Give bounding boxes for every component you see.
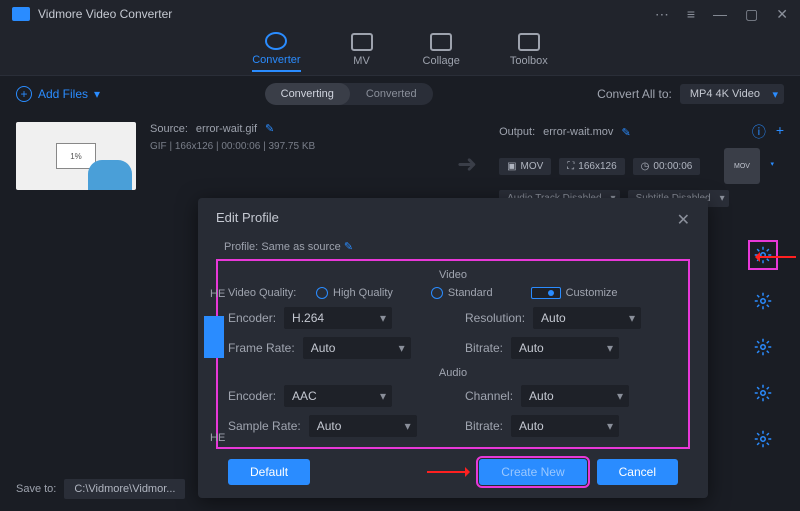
quality-label: Video Quality: (228, 287, 306, 299)
out-format-pill[interactable]: ▣ MOV (499, 158, 551, 175)
default-button[interactable]: Default (228, 459, 310, 485)
plus-icon: + (16, 86, 32, 102)
radio-customize[interactable]: Customize (531, 287, 618, 299)
out-dims-pill[interactable]: ⛶ 166x126 (559, 158, 624, 175)
channel-label: Channel: (465, 389, 513, 403)
save-to-row: Save to: C:\Vidmore\Vidmor... (16, 479, 185, 499)
tab-label: Converter (252, 54, 300, 66)
file-thumbnail[interactable]: 1% (16, 122, 136, 190)
mv-icon (351, 33, 373, 51)
framerate-select[interactable]: Auto (303, 337, 411, 359)
close-button[interactable]: ✕ (776, 6, 788, 23)
gear-icon[interactable] (752, 290, 774, 312)
create-new-button[interactable]: Create New (479, 459, 586, 485)
samplerate-label: Sample Rate: (228, 419, 301, 433)
source-filename: error-wait.gif (196, 123, 257, 135)
tab-label: Toolbox (510, 55, 548, 67)
profile-value: Same as source (261, 241, 340, 253)
framerate-label: Frame Rate: (228, 341, 295, 355)
arrow-right-icon: ➜ (457, 150, 477, 179)
resolution-label: Resolution: (465, 311, 525, 325)
profile-settings-box: Video Video Quality: High Quality Standa… (216, 259, 690, 449)
main-tabs: Converter MV Collage Toolbox (0, 28, 800, 76)
maximize-button[interactable]: ▢ (745, 6, 758, 23)
tab-label: MV (353, 55, 370, 67)
tab-converted[interactable]: Converted (350, 83, 433, 105)
convert-all-format-select[interactable]: MP4 4K Video (680, 84, 784, 104)
thumb-graphic (88, 160, 132, 190)
encoder-label: Encoder: (228, 311, 276, 325)
audio-encoder-label: Encoder: (228, 389, 276, 403)
gear-icon[interactable] (752, 428, 774, 450)
tab-converter[interactable]: Converter (252, 32, 300, 72)
edit-profile-modal: Edit Profile ✕ Profile: Same as source ✎… (198, 198, 708, 498)
source-label: Source: (150, 123, 188, 135)
video-encoder-select[interactable]: H.264 (284, 307, 392, 329)
settings-gear-column (752, 244, 774, 450)
format-item-selected[interactable] (204, 316, 224, 358)
modal-close-icon[interactable]: ✕ (677, 210, 690, 230)
radio-high-quality[interactable]: High Quality (316, 287, 393, 299)
convert-all-label: Convert All to: (597, 87, 672, 101)
tab-converting[interactable]: Converting (265, 83, 350, 105)
add-files-button[interactable]: + Add Files ▾ (16, 86, 100, 102)
tab-label: Collage (423, 55, 460, 67)
video-bitrate-select[interactable]: Auto (511, 337, 619, 359)
format-item[interactable]: HE (210, 288, 225, 300)
toolbox-icon (518, 33, 540, 51)
chevron-down-icon: ▾ (94, 87, 100, 101)
feedback-icon[interactable]: ⋯ (655, 6, 669, 23)
save-path-field[interactable]: C:\Vidmore\Vidmor... (64, 479, 185, 499)
video-section-header: Video (228, 269, 678, 281)
output-format-button[interactable]: MOV (724, 148, 760, 184)
convert-all-group: Convert All to: MP4 4K Video (597, 84, 784, 104)
cancel-button[interactable]: Cancel (597, 459, 678, 485)
menu-icon[interactable]: ≡ (687, 6, 695, 22)
collage-icon (430, 33, 452, 51)
audio-encoder-select[interactable]: AAC (284, 385, 392, 407)
converter-icon (265, 32, 287, 50)
resolution-select[interactable]: Auto (533, 307, 641, 329)
add-output-icon[interactable]: + (776, 122, 784, 142)
output-label: Output: (499, 126, 535, 138)
file-meta: GIF | 166x126 | 00:00:06 | 397.75 KB (150, 141, 435, 152)
info-icon[interactable]: ⓘ (752, 122, 766, 142)
gear-icon[interactable] (752, 382, 774, 404)
channel-select[interactable]: Auto (521, 385, 629, 407)
annotation-arrow (427, 471, 469, 473)
audio-bitrate-select[interactable]: Auto (511, 415, 619, 437)
edit-source-icon[interactable]: ✎ (265, 122, 274, 135)
save-to-label: Save to: (16, 483, 56, 495)
annotation-arrow (756, 256, 796, 258)
toolbar: + Add Files ▾ Converting Converted Conve… (0, 76, 800, 112)
radio-standard[interactable]: Standard (431, 287, 493, 299)
tab-toolbox[interactable]: Toolbox (510, 33, 548, 71)
add-files-label: Add Files (38, 87, 88, 101)
convert-toggle: Converting Converted (265, 83, 433, 105)
audio-bitrate-label: Bitrate: (465, 419, 503, 433)
profile-label: Profile: (224, 241, 258, 253)
edit-output-icon[interactable]: ✎ (621, 126, 630, 139)
edit-profile-icon[interactable]: ✎ (344, 241, 353, 253)
audio-section-header: Audio (228, 367, 678, 379)
out-duration-pill[interactable]: ◷ 00:00:06 (633, 158, 701, 175)
format-item[interactable]: HE (210, 432, 225, 444)
modal-title: Edit Profile (216, 210, 279, 230)
tab-mv[interactable]: MV (351, 33, 373, 71)
app-logo-icon (12, 7, 30, 21)
tab-collage[interactable]: Collage (423, 33, 460, 71)
title-bar: Vidmore Video Converter ⋯ ≡ — ▢ ✕ (0, 0, 800, 28)
output-filename: error-wait.mov (543, 126, 613, 138)
gear-icon[interactable] (752, 336, 774, 358)
bitrate-label: Bitrate: (465, 341, 503, 355)
minimize-button[interactable]: — (713, 6, 727, 22)
samplerate-select[interactable]: Auto (309, 415, 417, 437)
app-title: Vidmore Video Converter (38, 7, 172, 21)
